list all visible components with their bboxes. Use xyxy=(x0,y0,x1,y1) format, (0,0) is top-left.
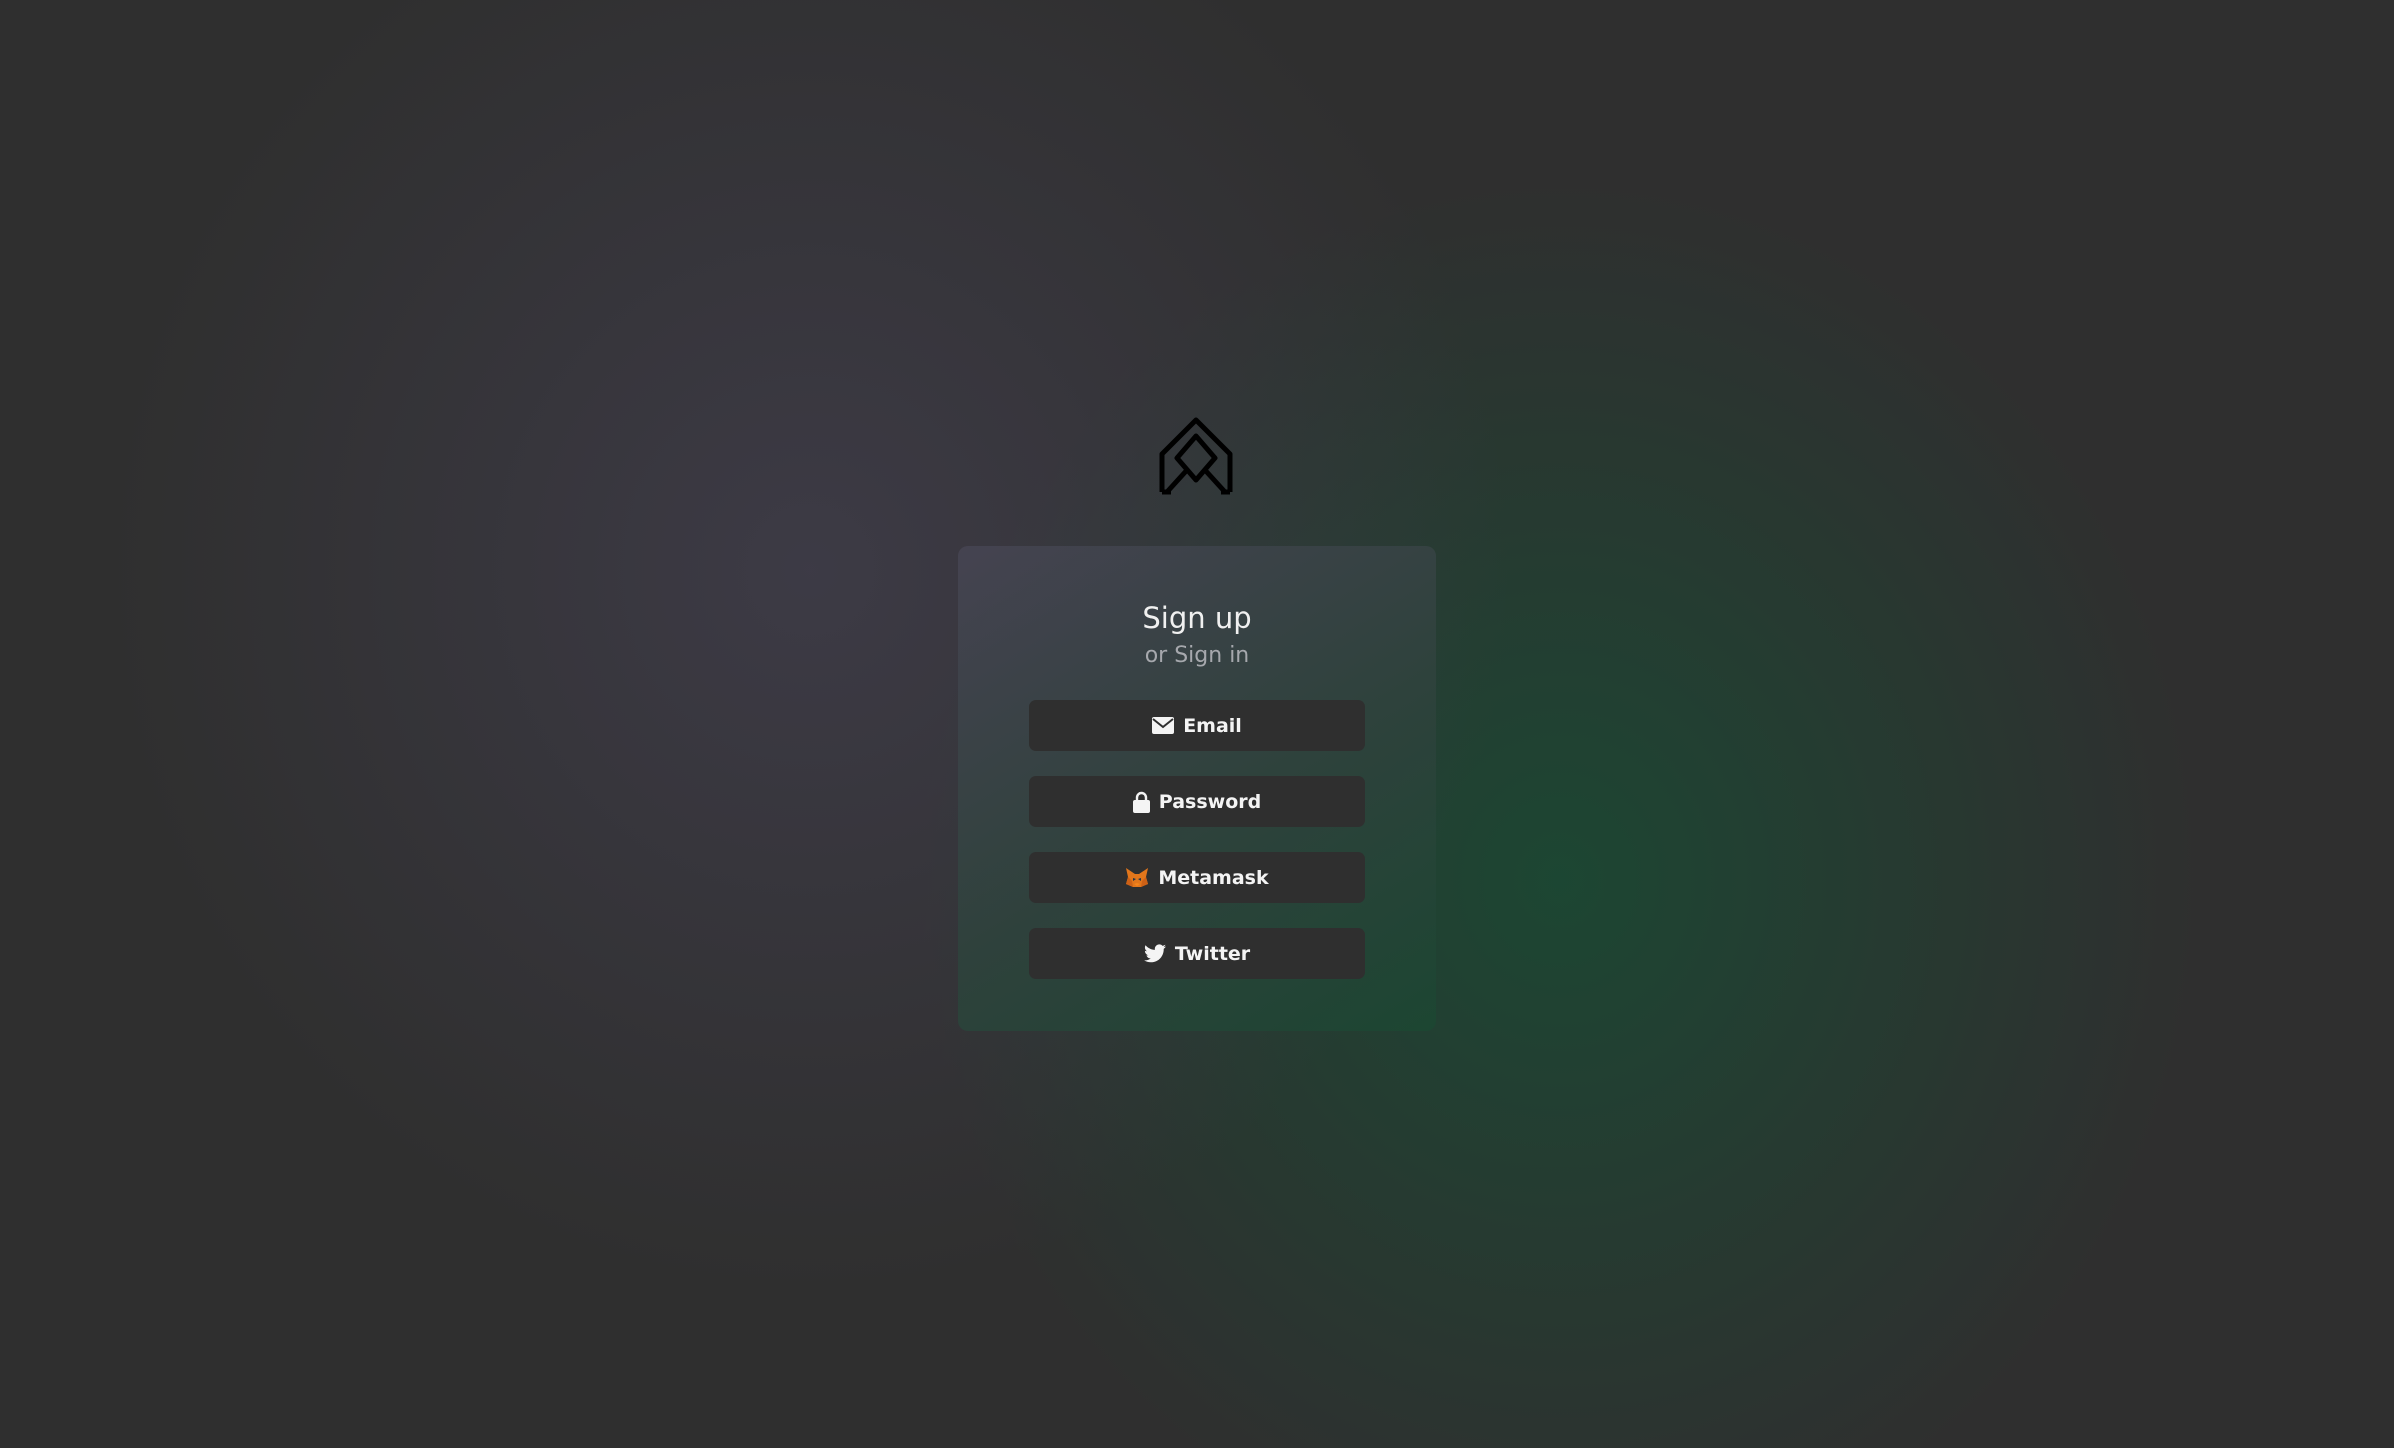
twitter-bird-icon xyxy=(1143,944,1166,963)
lock-icon xyxy=(1132,791,1150,813)
auth-title: Sign up xyxy=(1142,601,1252,635)
metamask-fox-icon xyxy=(1125,867,1149,888)
metamask-button-label: Metamask xyxy=(1158,866,1269,889)
app-logo xyxy=(1159,416,1233,496)
sign-in-link[interactable]: or Sign in xyxy=(958,642,1436,670)
password-button-label: Password xyxy=(1158,790,1262,813)
password-button[interactable]: Password xyxy=(1029,776,1365,827)
envelope-icon xyxy=(1152,717,1175,734)
email-button[interactable]: Email xyxy=(1029,700,1365,751)
metamask-button[interactable]: Metamask xyxy=(1029,852,1365,903)
email-button-label: Email xyxy=(1183,714,1242,737)
twitter-button-label: Twitter xyxy=(1174,942,1251,965)
twitter-button[interactable]: Twitter xyxy=(1029,928,1365,979)
auth-card: Sign up or Sign in Email Password Metama… xyxy=(958,546,1436,1031)
